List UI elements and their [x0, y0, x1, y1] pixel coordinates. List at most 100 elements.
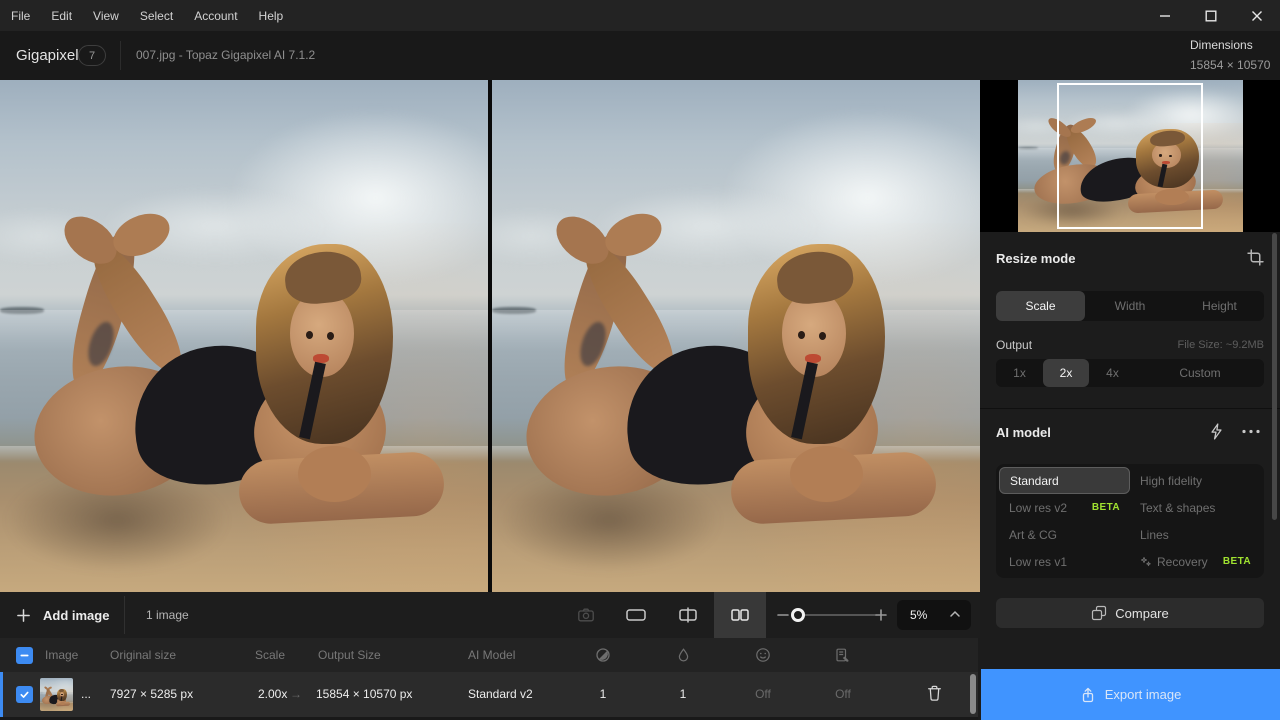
beta-badge: BETA — [1223, 556, 1251, 567]
split-view-icon[interactable] — [662, 592, 714, 638]
maximize-icon[interactable] — [1188, 0, 1234, 31]
tab-height[interactable]: Height — [1175, 291, 1264, 321]
model-recovery[interactable]: Recovery BETA — [1130, 548, 1261, 575]
original-pane[interactable] — [0, 80, 490, 592]
snapshot-camera-icon[interactable] — [577, 606, 595, 624]
right-sidebar: Resize mode Scale Width Height Output Fi… — [980, 80, 1280, 720]
row-filename: ... — [81, 672, 91, 717]
divider — [980, 408, 1280, 409]
scale-2x[interactable]: 2x — [1043, 359, 1089, 387]
model-standard[interactable]: Standard — [999, 467, 1130, 494]
col-scale: Scale — [255, 638, 285, 672]
dimensions-readout: Dimensions 15854 × 10570 — [1190, 38, 1270, 72]
zoom-slider-knob[interactable] — [791, 608, 805, 622]
color-icon — [835, 647, 851, 663]
close-icon[interactable] — [1234, 0, 1280, 31]
export-image-button[interactable]: Export image — [981, 669, 1280, 720]
model-art-cg[interactable]: Art & CG — [999, 521, 1130, 548]
single-view-icon[interactable] — [610, 592, 662, 638]
minimize-icon[interactable] — [1142, 0, 1188, 31]
row-scale: 2.00x — [258, 672, 287, 717]
menu-select[interactable]: Select — [140, 9, 173, 23]
tab-scale[interactable]: Scale — [996, 291, 1085, 321]
app-name: Gigapixel — [16, 31, 79, 80]
select-all-checkbox[interactable] — [16, 647, 33, 664]
auto-select-bolt-icon[interactable] — [1209, 423, 1224, 440]
image-count: 1 image — [146, 592, 189, 638]
menu-bar: File Edit View Select Account Help — [0, 0, 1280, 31]
preview-pane[interactable] — [492, 80, 980, 592]
more-options-icon[interactable] — [1242, 429, 1260, 434]
row-checkbox[interactable] — [16, 686, 33, 703]
row-thumbnail — [40, 678, 73, 711]
zoom-slider-track[interactable] — [794, 614, 876, 616]
queue-row[interactable]: ... 7927 × 5285 px 2.00x → 15854 × 10570… — [0, 672, 978, 717]
dimensions-label: Dimensions — [1190, 38, 1270, 52]
col-image: Image — [45, 638, 78, 672]
menu-edit[interactable]: Edit — [51, 9, 72, 23]
navigation-minimap[interactable] — [980, 80, 1280, 232]
face-recovery-icon — [755, 647, 771, 663]
col-ai-model: AI Model — [468, 638, 515, 672]
dimensions-value: 15854 × 10570 — [1190, 58, 1270, 72]
export-icon — [1080, 687, 1096, 703]
version-badge[interactable]: 7 — [78, 45, 106, 66]
row-face-recovery-value[interactable]: Off — [751, 672, 775, 717]
minimap-viewport[interactable] — [1057, 83, 1203, 229]
scale-4x[interactable]: 4x — [1089, 359, 1136, 387]
resize-mode-title: Resize mode — [996, 251, 1075, 266]
menu-help[interactable]: Help — [259, 9, 284, 23]
beta-badge: BETA — [1092, 502, 1120, 513]
ai-model-grid: Standard High fidelity Low res v2BETA Te… — [996, 464, 1264, 578]
document-title: 007.jpg - Topaz Gigapixel AI 7.1.2 — [136, 31, 315, 80]
queue-scrollbar[interactable] — [970, 674, 976, 714]
col-output-size: Output Size — [318, 638, 381, 672]
delete-row-icon[interactable] — [926, 684, 943, 703]
resize-mode-tabs: Scale Width Height — [996, 291, 1264, 321]
bottom-toolbar: Add image 1 image 5% — [0, 592, 980, 638]
model-high-fidelity[interactable]: High fidelity — [1130, 467, 1261, 494]
chevron-up-icon — [949, 610, 961, 618]
add-image-button[interactable]: Add image — [16, 592, 109, 638]
gigapixel-window: File Edit View Select Account Help Gigap… — [0, 0, 1280, 720]
sparkles-icon — [1140, 556, 1152, 568]
photo-scene-original — [0, 80, 488, 592]
output-label: Output — [996, 338, 1032, 352]
zoom-out-icon[interactable] — [776, 607, 790, 623]
photo-scene-thumb — [40, 678, 73, 711]
zoom-level-value: 5% — [910, 600, 927, 630]
row-color-value[interactable]: Off — [831, 672, 855, 717]
photo-scene-preview — [492, 80, 980, 592]
scale-options: 1x 2x 4x Custom — [996, 359, 1264, 387]
col-original-size: Original size — [110, 638, 176, 672]
zoom-level-dropdown[interactable]: 5% — [897, 600, 971, 630]
row-sharpen-value[interactable]: 1 — [591, 672, 615, 717]
menu-view[interactable]: View — [93, 9, 119, 23]
menu-account[interactable]: Account — [194, 9, 237, 23]
model-lines[interactable]: Lines — [1130, 521, 1261, 548]
crop-icon[interactable] — [1247, 249, 1264, 266]
menu-file[interactable]: File — [11, 9, 30, 23]
compare-icon — [1091, 605, 1107, 621]
row-original-size: 7927 × 5285 px — [110, 672, 193, 717]
queue-header-row: Image Original size Scale Output Size AI… — [0, 638, 978, 672]
model-low-res-v1[interactable]: Low res v1 — [999, 548, 1130, 575]
ai-model-title: AI model — [996, 425, 1051, 440]
denoise-icon — [676, 647, 691, 663]
divider — [124, 596, 125, 634]
plus-icon — [16, 608, 31, 623]
sharpen-icon — [595, 647, 611, 663]
model-low-res-v2[interactable]: Low res v2BETA — [999, 494, 1130, 521]
model-text-shapes[interactable]: Text & shapes — [1130, 494, 1261, 521]
tab-width[interactable]: Width — [1085, 291, 1175, 321]
compare-button[interactable]: Compare — [996, 598, 1264, 628]
row-output-size: 15854 × 10570 px — [316, 672, 412, 717]
scale-custom[interactable]: Custom — [1136, 359, 1264, 387]
sidebar-scrollbar[interactable] — [1272, 233, 1277, 520]
zoom-in-icon[interactable] — [874, 607, 888, 623]
file-size-estimate: File Size: ~9.2MB — [1177, 339, 1264, 351]
row-denoise-value[interactable]: 1 — [671, 672, 695, 717]
scale-1x[interactable]: 1x — [996, 359, 1043, 387]
side-by-side-view-icon[interactable] — [714, 592, 766, 638]
image-queue-table: Image Original size Scale Output Size AI… — [0, 638, 978, 720]
